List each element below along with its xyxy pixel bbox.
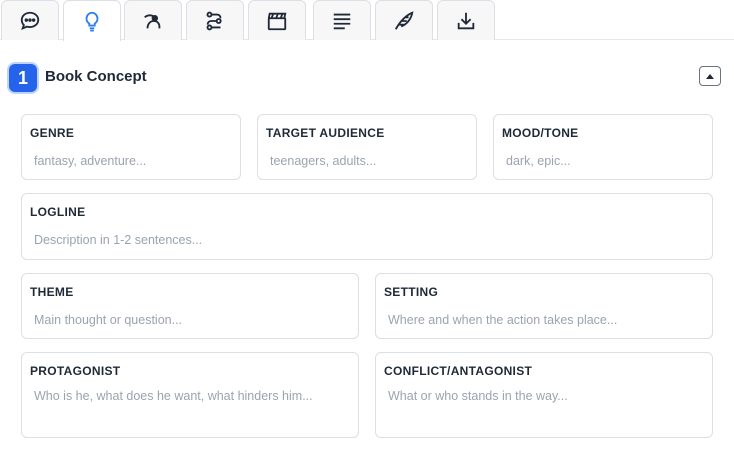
tab-chat[interactable] bbox=[1, 0, 59, 40]
quill-icon bbox=[394, 10, 414, 30]
tab-plot[interactable] bbox=[186, 0, 244, 40]
genre-field[interactable]: GENRE fantasy, adventure... bbox=[21, 114, 241, 180]
text-lines-icon bbox=[333, 13, 351, 29]
field-label: PROTAGONIST bbox=[30, 364, 121, 378]
field-label: MOOD/TONE bbox=[502, 126, 579, 140]
mood-tone-field[interactable]: MOOD/TONE dark, epic... bbox=[493, 114, 713, 180]
tab-writing[interactable] bbox=[375, 0, 433, 40]
tab-characters[interactable] bbox=[124, 0, 182, 40]
section-header: 1 Book Concept bbox=[9, 64, 725, 94]
tab-bar bbox=[0, 0, 734, 41]
theme-field[interactable]: THEME Main thought or question... bbox=[21, 273, 359, 339]
mood-tone-input[interactable]: dark, epic... bbox=[506, 151, 700, 171]
field-label: CONFLICT/ANTAGONIST bbox=[384, 364, 533, 378]
target-audience-input[interactable]: teenagers, adults... bbox=[270, 151, 464, 171]
theme-input[interactable]: Main thought or question... bbox=[34, 310, 346, 330]
section-title: Book Concept bbox=[45, 68, 147, 85]
field-label: THEME bbox=[30, 285, 74, 299]
tab-text[interactable] bbox=[313, 0, 371, 40]
step-badge: 1 bbox=[9, 64, 37, 92]
protagonist-field[interactable]: PROTAGONIST Who is he, what does he want… bbox=[21, 352, 359, 438]
plot-nodes-icon bbox=[206, 11, 222, 30]
conflict-antagonist-field[interactable]: CONFLICT/ANTAGONIST What or who stands i… bbox=[375, 352, 713, 438]
chevron-up-icon bbox=[706, 73, 714, 79]
conflict-antagonist-input[interactable]: What or who stands in the way... bbox=[388, 386, 700, 406]
field-label: LOGLINE bbox=[30, 205, 86, 219]
tab-concept[interactable] bbox=[63, 0, 121, 41]
logline-input[interactable]: Description in 1-2 sentences... bbox=[34, 230, 700, 250]
lightbulb-icon bbox=[85, 11, 99, 32]
tab-export[interactable] bbox=[437, 0, 495, 40]
speech-bubble-icon bbox=[20, 11, 40, 30]
collapse-button[interactable] bbox=[699, 66, 721, 86]
protagonist-input[interactable]: Who is he, what does he want, what hinde… bbox=[34, 386, 346, 406]
field-label: SETTING bbox=[384, 285, 439, 299]
setting-input[interactable]: Where and when the action takes place... bbox=[388, 310, 700, 330]
logline-field[interactable]: LOGLINE Description in 1-2 sentences... bbox=[21, 193, 713, 260]
character-icon bbox=[144, 13, 161, 28]
genre-input[interactable]: fantasy, adventure... bbox=[34, 151, 228, 171]
clapperboard-icon bbox=[267, 12, 287, 30]
field-label: GENRE bbox=[30, 126, 75, 140]
setting-field[interactable]: SETTING Where and when the action takes … bbox=[375, 273, 713, 339]
target-audience-field[interactable]: TARGET AUDIENCE teenagers, adults... bbox=[257, 114, 477, 180]
download-icon bbox=[457, 12, 475, 29]
tab-scenes[interactable] bbox=[248, 0, 306, 40]
field-label: TARGET AUDIENCE bbox=[266, 126, 385, 140]
